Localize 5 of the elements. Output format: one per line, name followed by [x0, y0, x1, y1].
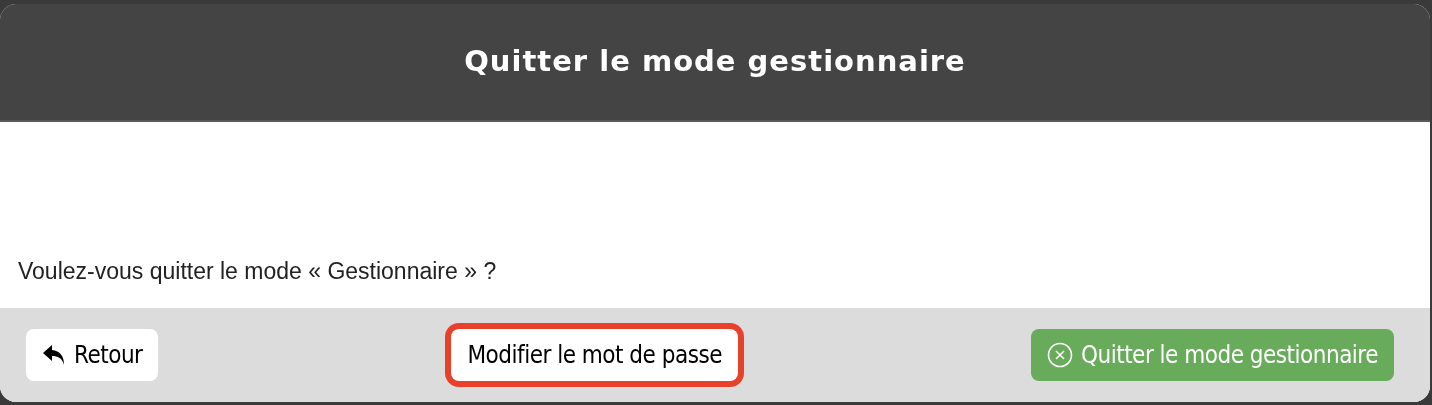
dialog-message: Voulez-vous quitter le mode « Gestionnaire » ?: [18, 256, 497, 286]
close-circle-icon: [1047, 342, 1073, 368]
reply-arrow-icon: [42, 344, 66, 366]
back-button[interactable]: Retour: [26, 329, 159, 381]
dialog-title: Quitter le mode gestionnaire: [464, 43, 966, 81]
